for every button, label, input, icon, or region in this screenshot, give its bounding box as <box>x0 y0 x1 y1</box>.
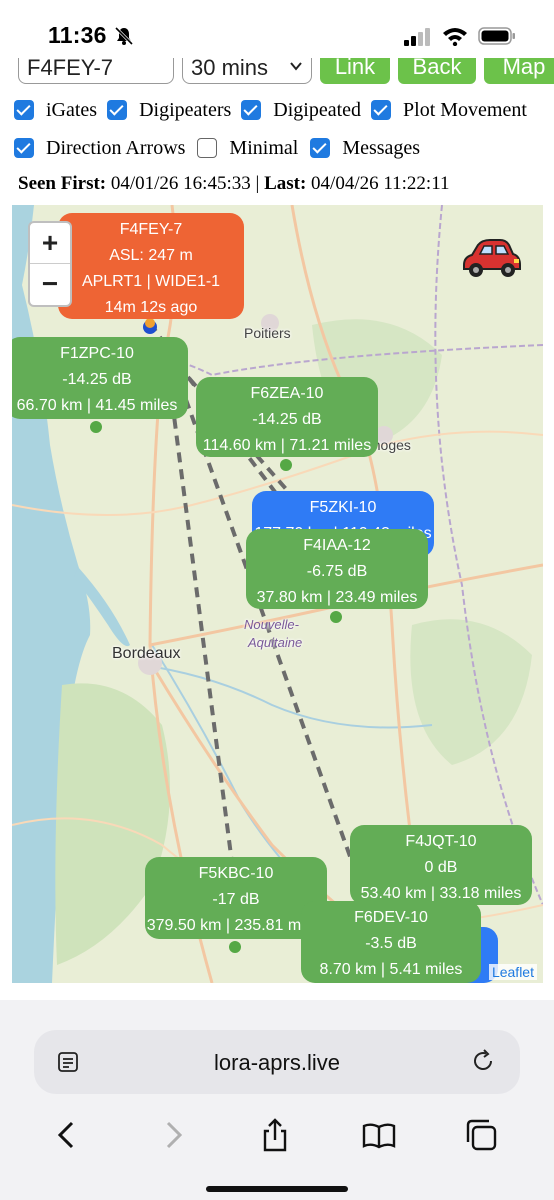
popup-f5kbc-snr: -17 dB <box>212 891 260 908</box>
seen-last-value: 04/04/26 11:22:11 <box>311 173 450 194</box>
minimal-checkbox[interactable] <box>197 138 218 158</box>
tabs-icon[interactable] <box>464 1118 498 1152</box>
forward-icon[interactable] <box>156 1118 190 1152</box>
digipeaters-label: Digipeaters <box>139 98 232 121</box>
station-asl: ASL: 247 m <box>109 247 193 264</box>
marker-f4iaa[interactable] <box>330 611 342 623</box>
status-bar: 11:36 <box>0 0 554 58</box>
digipeaters-checkbox[interactable] <box>107 100 128 120</box>
igates-option[interactable]: iGates <box>14 99 97 122</box>
place-region-2: Aquitaine <box>248 635 303 650</box>
popup-f6dev-dist: 8.70 km | 5.41 miles <box>319 961 463 978</box>
url-text: lora-aprs.live <box>214 1050 340 1075</box>
battery-icon <box>478 27 515 45</box>
popup-f4iaa-snr: -6.75 dB <box>306 563 368 580</box>
messages-label: Messages <box>342 136 421 159</box>
signal-icon <box>404 28 430 46</box>
messages-option[interactable]: Messages <box>310 137 420 160</box>
back-icon[interactable] <box>50 1118 84 1152</box>
options-row-1: iGates Digipeaters Digipeated Plot Movem… <box>14 96 539 124</box>
popup-f6zea-call: F6ZEA-10 <box>250 385 324 402</box>
seen-first-label: Seen First: <box>18 173 107 194</box>
digipeated-option[interactable]: Digipeated <box>241 99 361 122</box>
status-time: 11:36 <box>48 22 107 48</box>
popup-f1zpc-call: F1ZPC-10 <box>60 345 134 362</box>
zoom-out-button[interactable]: − <box>30 264 70 305</box>
bell-slash-icon <box>114 26 134 46</box>
station-call: F4FEY-7 <box>119 221 183 238</box>
reload-icon[interactable] <box>470 1048 496 1074</box>
seen-times: Seen First: 04/01/26 16:45:33 | Last: 04… <box>18 173 450 195</box>
options-row-2: Direction Arrows Minimal Messages <box>14 134 432 162</box>
digipeated-checkbox[interactable] <box>241 100 262 120</box>
place-bordeaux: Bordeaux <box>112 645 181 662</box>
popup-f6zea-dist: 114.60 km | 71.21 miles <box>202 437 372 454</box>
popup-f5kbc-dist: 379.50 km | 235.81 miles <box>146 917 326 934</box>
popup-f4iaa[interactable]: F4IAA-12 -6.75 dB 37.80 km | 23.49 miles <box>246 529 428 609</box>
home-indicator <box>206 1186 348 1192</box>
igates-checkbox[interactable] <box>14 100 34 120</box>
popup-f6dev-call: F6DEV-10 <box>354 909 428 926</box>
plot-movement-option[interactable]: Plot Movement <box>371 99 527 122</box>
station-ago: 14m 12s ago <box>104 299 198 316</box>
zoom-in-button[interactable]: + <box>30 223 70 264</box>
minimal-label: Minimal <box>229 136 299 159</box>
popup-f4iaa-call: F4IAA-12 <box>303 537 371 554</box>
station-marker-dot <box>145 318 155 328</box>
popup-f5kbc-call: F5KBC-10 <box>198 865 274 882</box>
plot-movement-checkbox[interactable] <box>371 100 392 120</box>
popup-f6dev-snr: -3.5 dB <box>365 935 417 952</box>
seen-last-label: Last: <box>264 173 307 194</box>
direction-arrows-checkbox[interactable] <box>14 138 34 158</box>
address-bar[interactable]: lora-aprs.live <box>34 1030 520 1094</box>
popup-f5kbc[interactable]: F5KBC-10 -17 dB 379.50 km | 235.81 miles <box>145 857 327 939</box>
leaflet-attribution[interactable]: Leaflet <box>488 964 537 980</box>
seen-separator: | <box>255 173 260 194</box>
popup-f4jqt-call: F4JQT-10 <box>405 833 477 850</box>
marker-f1zpc[interactable] <box>90 421 102 433</box>
place-region-1: Nouvelle- <box>244 617 299 632</box>
minimal-option[interactable]: Minimal <box>197 137 298 160</box>
chevron-down-icon <box>290 62 302 71</box>
car-icon <box>463 239 521 277</box>
popup-f1zpc-snr: -14.25 dB <box>62 371 132 388</box>
station-popup[interactable]: F4FEY-7 ASL: 247 m APLRT1 | WIDE1-1 14m … <box>58 213 244 319</box>
map-view[interactable]: Poitiers Limoges Bordeaux Nouvelle- Aqui… <box>12 205 543 983</box>
popup-f1zpc[interactable]: F1ZPC-10 -14.25 dB 66.70 km | 41.45 mile… <box>12 337 188 419</box>
popup-f4iaa-dist: 37.80 km | 23.49 miles <box>256 589 418 606</box>
browser-toolbar: lora-aprs.live <box>0 1000 554 1200</box>
zoom-control: + − <box>28 221 72 307</box>
wifi-icon <box>443 28 467 46</box>
bookmarks-icon[interactable] <box>362 1118 396 1152</box>
popup-f1zpc-dist: 66.70 km | 41.45 miles <box>16 397 178 414</box>
seen-first-value: 04/01/26 16:45:33 <box>110 173 251 194</box>
popup-f4jqt-snr: 0 dB <box>424 859 458 876</box>
interval-value: 30 mins <box>191 55 269 80</box>
popup-f4jqt[interactable]: F4JQT-10 0 dB 53.40 km | 33.18 miles <box>350 825 532 905</box>
popup-f5zki-call: F5ZKI-10 <box>309 499 377 516</box>
digipeaters-option[interactable]: Digipeaters <box>107 99 231 122</box>
popup-f6zea-snr: -14.25 dB <box>252 411 322 428</box>
place-poitiers: Poitiers <box>244 325 291 341</box>
plot-movement-label: Plot Movement <box>403 98 527 121</box>
messages-checkbox[interactable] <box>310 138 331 158</box>
share-icon[interactable] <box>258 1118 292 1152</box>
direction-arrows-label: Direction Arrows <box>46 136 186 159</box>
popup-f6dev[interactable]: F6DEV-10 -3.5 dB 8.70 km | 5.41 miles <box>301 901 481 983</box>
popup-f6zea[interactable]: F6ZEA-10 -14.25 dB 114.60 km | 71.21 mil… <box>196 377 378 457</box>
igates-label: iGates <box>46 98 98 121</box>
digipeated-label: Digipeated <box>273 98 362 121</box>
marker-f5kbc[interactable] <box>229 941 241 953</box>
station-path: APLRT1 | WIDE1-1 <box>81 273 221 290</box>
marker-f6zea[interactable] <box>280 459 292 471</box>
direction-arrows-option[interactable]: Direction Arrows <box>14 137 185 160</box>
